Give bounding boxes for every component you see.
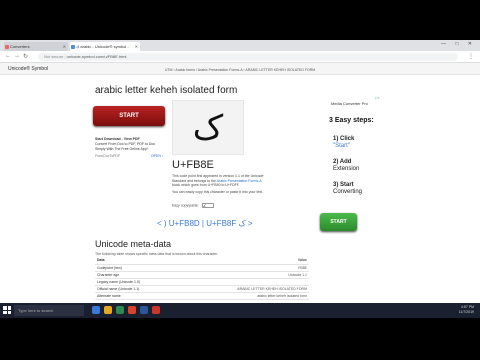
table-row: Legacy name (Unicode 1.0): [95, 278, 309, 286]
copy-hint: You can easily copy this character or pa…: [172, 189, 264, 194]
row-key: Official name (Unicode 1.1): [95, 285, 179, 293]
tab-label: ك arabic - Unicode® symbol -: [76, 44, 129, 49]
ad-start-button[interactable]: START: [93, 106, 165, 126]
character-description: This code point first appeared in versio…: [172, 174, 270, 194]
table-row: Codepoint (hex) FB8E: [95, 264, 309, 272]
step-3-number: 3) Start: [333, 182, 354, 188]
right-ad-start-button[interactable]: START: [320, 213, 357, 231]
file-explorer-icon[interactable]: [104, 306, 112, 314]
row-key: Alternate name: [95, 292, 179, 300]
address-bar: ← → ↻ Not secure | unicode-symbol.com/u/…: [0, 51, 480, 63]
media-app-icon[interactable]: [152, 306, 160, 314]
close-tab-icon[interactable]: ✕: [135, 42, 138, 51]
block-link[interactable]: Arabic Presentation Forms-A: [217, 179, 262, 183]
reload-icon[interactable]: ↻: [23, 53, 28, 60]
window-controls[interactable]: — □ ✕: [441, 41, 476, 47]
page-title: arabic letter keheh isolated form: [95, 85, 238, 96]
ad-body: Convert From Doc to PDF, PDF to Doc Simp…: [95, 142, 156, 151]
row-key: Codepoint (hex): [95, 264, 179, 272]
task-view-icon[interactable]: [92, 306, 100, 314]
store-icon[interactable]: [116, 306, 124, 314]
row-key: Character age: [95, 271, 179, 279]
url-text: unicode-symbol.com/u/FB8E.html: [66, 54, 127, 59]
breadcrumb[interactable]: UTM › Arabic forms / Arabic Presentation…: [0, 68, 480, 72]
next-character-link[interactable]: U+FB8F ک >: [206, 219, 252, 228]
step-2-text: Extension: [333, 166, 360, 172]
browser-window: Converters ✕ ك arabic - Unicode® symbol …: [0, 40, 480, 318]
codepoint-heading: U+FB8E: [172, 159, 214, 171]
meta-section-title: Unicode meta-data: [95, 239, 172, 249]
security-label: Not secure: [44, 54, 64, 59]
meta-table: Data Value Codepoint (hex) FB8E Characte…: [95, 257, 309, 300]
glyph-character: ک: [192, 108, 224, 148]
chrome-icon[interactable]: [128, 306, 136, 314]
tab-bar: Converters ✕ ك arabic - Unicode® symbol …: [0, 40, 480, 51]
row-value: Unicode 1.1: [178, 271, 309, 279]
ad-source: FromDocToPDF: [95, 154, 121, 158]
tab-converters[interactable]: Converters ✕: [4, 42, 68, 51]
step-3: 3) Start Converting: [333, 182, 362, 196]
text-ad[interactable]: Start Download - View PDF Convert From D…: [95, 137, 163, 159]
table-row: Character age Unicode 1.1: [95, 271, 309, 279]
row-value: arabic letter keheh isolated form: [178, 292, 309, 300]
close-tab-icon[interactable]: ✕: [63, 42, 66, 51]
row-value: ARABIC LETTER KEHEH ISOLATED FORM: [178, 285, 309, 293]
step-1: 1) Click "Start": [333, 136, 354, 150]
forward-icon[interactable]: →: [14, 53, 20, 59]
system-clock[interactable]: 4:57 PM 11/7/2019: [459, 305, 474, 315]
url-field[interactable]: Not secure | unicode-symbol.com/u/FB8E.h…: [38, 53, 458, 61]
table-header-row: Data Value: [95, 257, 309, 265]
table-row: Alternate name arabic letter keheh isola…: [95, 292, 309, 300]
copy-paste-label: Easy copy/paste:: [172, 203, 199, 208]
row-key: Legacy name (Unicode 1.0): [95, 278, 179, 286]
favicon-icon: [5, 45, 9, 49]
previous-character-link[interactable]: < ) U+FB8D: [157, 219, 200, 228]
header-key: Data: [95, 257, 179, 265]
meta-section-subtitle: The following table shows specific meta …: [95, 252, 219, 256]
row-value: FB8E: [178, 264, 309, 272]
word-icon[interactable]: [140, 306, 148, 314]
tab-unicode-symbol[interactable]: ك arabic - Unicode® symbol - ✕: [70, 42, 140, 51]
favicon-icon: [71, 45, 75, 49]
nav-separator: |: [201, 219, 204, 228]
tab-label: Converters: [10, 44, 30, 49]
row-value: [178, 278, 309, 286]
step-2: 2) Add Extension: [333, 159, 359, 173]
step-3-text: Converting: [333, 189, 363, 195]
menu-icon[interactable]: ⋮: [468, 53, 474, 60]
ad-open-link[interactable]: OPEN ›: [151, 154, 163, 159]
steps-heading: 3 Easy steps:: [329, 117, 374, 124]
taskbar-search[interactable]: Type here to search: [14, 305, 84, 316]
clock-date: 11/7/2019: [458, 310, 474, 314]
taskbar: Type here to search 4:57 PM 11/7/2019: [0, 303, 480, 318]
right-ad-title[interactable]: Media Converter Pro: [331, 101, 368, 106]
windows-start-icon[interactable]: [3, 306, 11, 314]
back-icon[interactable]: ←: [5, 53, 11, 59]
adchoices-icon[interactable]: ▷✕: [375, 96, 380, 100]
neighbor-navigation: < ) U+FB8D | U+FB8F ک >: [157, 219, 253, 228]
step-1-number: 1) Click: [333, 136, 355, 142]
description-end: block which goes from U+FB50 to U+FDFF.: [172, 183, 240, 187]
copy-paste-row: Easy copy/paste:: [172, 203, 214, 208]
header-value: Value: [178, 257, 309, 265]
glyph-preview: ک: [172, 100, 244, 155]
copy-paste-input[interactable]: [201, 203, 214, 208]
table-row: Official name (Unicode 1.1) ARABIC LETTE…: [95, 285, 309, 293]
step-1-text: "Start": [333, 143, 350, 149]
step-2-number: 2) Add: [333, 159, 352, 165]
